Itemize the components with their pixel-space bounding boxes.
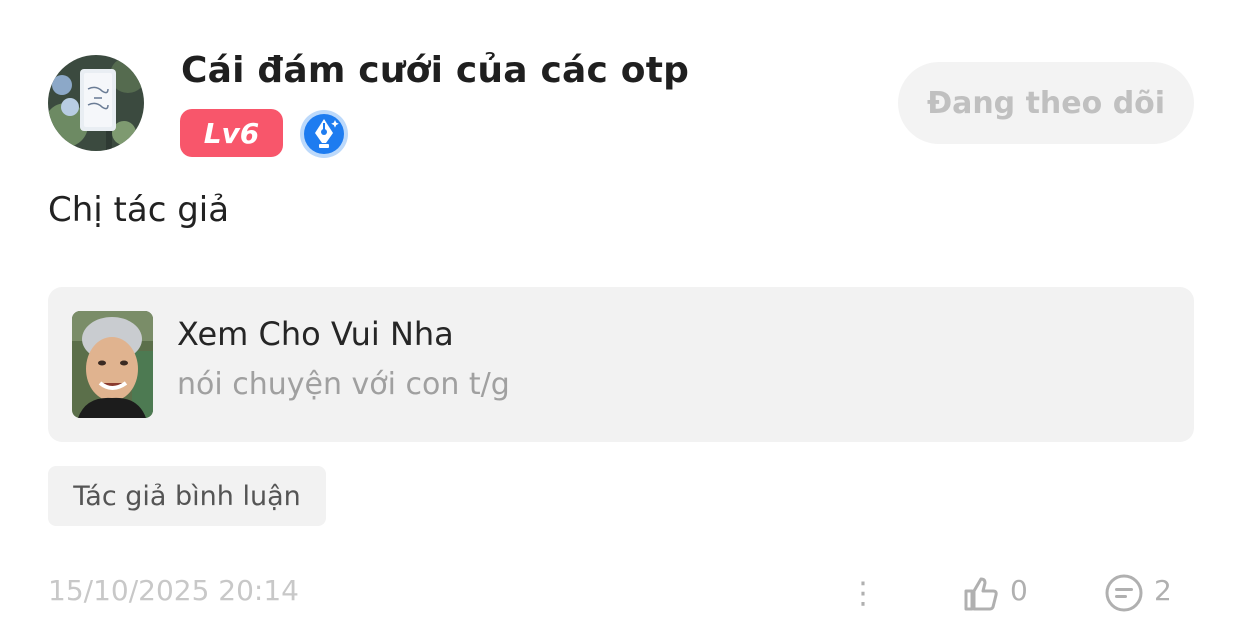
username[interactable]: Cái đám cưới của các otp [181,50,689,91]
following-button[interactable]: Đang theo dõi [898,62,1194,144]
quoted-work-title: Xem Cho Vui Nha [177,315,454,353]
comment-bubble-icon[interactable] [1102,573,1146,617]
quoted-work-thumbnail [72,311,153,418]
comment-text: Chị tác giả [48,190,230,230]
comment-timestamp: 15/10/2025 20:14 [48,574,299,607]
level-badge: Lv6 [180,109,283,157]
user-avatar[interactable] [48,55,144,151]
comment-count: 2 [1154,574,1172,607]
thumbs-up-icon[interactable] [960,573,1000,613]
quoted-work-subtitle: nói chuyện với con t/g [177,367,510,402]
author-comment-tag: Tác giả bình luận [48,466,326,526]
more-icon[interactable]: ⋮ [848,576,878,611]
pen-nib-badge-icon [299,109,349,159]
quoted-work-card[interactable]: Xem Cho Vui Nha nói chuyện với con t/g [48,287,1194,442]
avatar-image [48,55,144,151]
like-count: 0 [1010,574,1028,607]
